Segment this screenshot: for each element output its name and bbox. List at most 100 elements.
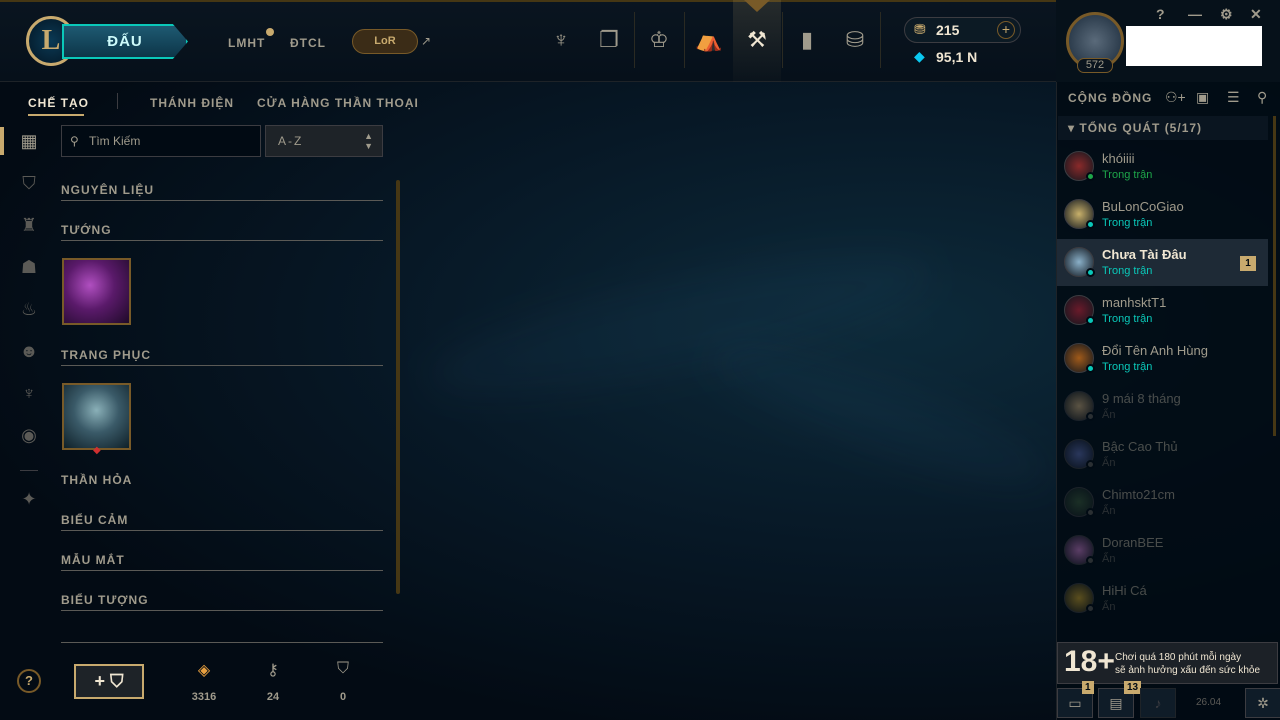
friend-row[interactable]: manhsktT1 Trong trận: [1057, 287, 1268, 334]
bug-report-icon[interactable]: ✲: [1245, 688, 1280, 718]
category-eyes[interactable]: MẪU MẮT: [61, 553, 383, 571]
chest-icon[interactable]: ⛉: [18, 172, 40, 194]
notification-dot: [266, 28, 274, 36]
chest-icon: ⛉: [336, 660, 349, 677]
trophy-icon[interactable]: ♔: [635, 22, 683, 58]
background-streak: [698, 320, 1062, 510]
divider: [61, 570, 383, 571]
sort-value: A-Z: [278, 134, 304, 148]
version-label: 26.04: [1196, 697, 1222, 708]
add-chest-button[interactable]: + ⛉: [74, 664, 144, 699]
nav-divider: [880, 12, 881, 68]
friend-row[interactable]: BuLonCoGiao Trong trận: [1057, 191, 1268, 238]
category-icons[interactable]: BIỂU TƯỢNG: [61, 593, 383, 611]
group-label: TỔNG QUÁT (5/17): [1079, 121, 1203, 135]
search-icon: ⚲: [70, 134, 79, 148]
cards-icon[interactable]: ❐: [585, 22, 633, 58]
friend-row[interactable]: Chưa Tài Đâu Trong trận 1: [1057, 239, 1268, 286]
crafting-icon[interactable]: ⚒: [733, 22, 781, 58]
profile-icon[interactable]: ◉: [18, 424, 40, 446]
category-materials[interactable]: NGUYÊN LIỆU: [61, 183, 383, 201]
friend-row[interactable]: Bậc Cao Thủ Ẩn: [1057, 431, 1268, 478]
sort-select[interactable]: A-Z ▲ ▼: [265, 125, 383, 157]
sort-arrows-icon: ▲ ▼: [364, 131, 373, 151]
friend-row[interactable]: DoranBEE Ẩn: [1057, 527, 1268, 574]
skin-shard-tile[interactable]: [62, 383, 131, 450]
scrollbar[interactable]: [396, 180, 400, 594]
divider: [61, 365, 383, 366]
orange-essence-icon: ◈: [197, 662, 211, 679]
status-dot: [1086, 556, 1095, 565]
status-dot: [1086, 172, 1095, 181]
friend-row[interactable]: khóiiii Trong trận: [1057, 143, 1268, 190]
category-champions[interactable]: TƯỚNG: [61, 223, 383, 241]
divider: [61, 240, 383, 241]
tab-lmht[interactable]: LMHT: [228, 36, 265, 50]
friend-status: Ẩn: [1102, 409, 1116, 421]
friend-status: Ẩn: [1102, 601, 1116, 613]
star-shard-icon[interactable]: ✦: [18, 488, 40, 510]
buy-rp-button[interactable]: +: [997, 21, 1015, 39]
emote-icon[interactable]: ☻: [18, 340, 40, 362]
key-value: 24: [266, 691, 280, 703]
tab-sanctum[interactable]: THÁNH ĐIỆN: [150, 96, 234, 110]
search-icon[interactable]: ⚲: [1257, 89, 1267, 106]
friend-name: Bậc Cao Thủ: [1102, 439, 1178, 454]
friend-status: Trong trận: [1102, 313, 1153, 325]
social-title: CỘNG ĐỒNG: [1068, 91, 1153, 105]
notifications-badge: 13: [1124, 681, 1142, 694]
category-wards[interactable]: THẦN HỎA: [61, 473, 383, 487]
helmet-icon[interactable]: ♜: [18, 214, 40, 236]
help-button[interactable]: ?: [17, 669, 41, 693]
friend-name: HiHi Cá: [1102, 583, 1147, 598]
status-dot: [1086, 364, 1095, 373]
blue-essence-icon: ◆: [914, 48, 925, 64]
friend-status: Trong trận: [1102, 217, 1153, 229]
close-icon[interactable]: ✕: [1250, 6, 1262, 23]
message-badge: 1: [1240, 256, 1256, 271]
friend-name: Đổi Tên Anh Hùng: [1102, 343, 1208, 358]
friend-row[interactable]: HiHi Cá Ẩn: [1057, 575, 1268, 622]
lor-button[interactable]: LoR: [352, 29, 418, 54]
flame-icon[interactable]: ♨: [18, 298, 40, 320]
friend-name: 9 mái 8 tháng: [1102, 391, 1181, 406]
grid-icon[interactable]: ▦: [18, 130, 40, 152]
search-input[interactable]: ⚲ Tìm Kiếm: [61, 125, 261, 157]
summoner-name-box: [1126, 26, 1262, 66]
ward-icon[interactable]: ♆: [18, 382, 40, 404]
tab-divider: [117, 93, 118, 109]
friend-status: Trong trận: [1102, 169, 1153, 181]
help-button[interactable]: ?: [1156, 6, 1165, 22]
category-emotes[interactable]: BIỂU CẢM: [61, 513, 383, 531]
social-scrollbar[interactable]: [1273, 116, 1276, 436]
tab-mythic-shop[interactable]: CỬA HÀNG THẦN THOẠI: [257, 96, 419, 110]
store-coins-icon[interactable]: ⛁: [831, 22, 879, 58]
friend-row[interactable]: Chimto21cm Ẩn: [1057, 479, 1268, 526]
active-chevron-icon: [744, 0, 770, 14]
tab-crafting[interactable]: CHẾ TẠO: [28, 96, 89, 110]
clash-icon[interactable]: ▮: [783, 22, 831, 58]
mask-icon[interactable]: ☗: [18, 256, 40, 278]
category-skins[interactable]: TRANG PHỤC: [61, 348, 383, 366]
add-folder-icon[interactable]: ▣: [1196, 89, 1209, 106]
friend-name: Chưa Tài Đâu: [1102, 247, 1187, 262]
list-icon[interactable]: ☰: [1227, 89, 1240, 106]
settings-gear-icon[interactable]: ⚙: [1220, 6, 1233, 23]
friend-row[interactable]: 9 mái 8 tháng Ẩn: [1057, 383, 1268, 430]
mic-icon[interactable]: ♪: [1140, 688, 1176, 718]
add-friend-icon[interactable]: ⚇+: [1165, 89, 1186, 106]
minimize-button[interactable]: —: [1188, 6, 1202, 22]
bag-icon[interactable]: ⛺: [685, 22, 733, 58]
champion-shard-tile[interactable]: [62, 258, 131, 325]
blue-essence-value: 95,1 N: [936, 49, 978, 65]
divider: [61, 200, 383, 201]
age-rating: 18+: [1064, 645, 1115, 678]
trident-icon[interactable]: ♆: [537, 22, 585, 58]
age-warning: 18+ Chơi quá 180 phút mỗi ngày sẽ ảnh hư…: [1057, 642, 1278, 684]
play-button[interactable]: ĐẤU: [62, 24, 188, 59]
rail-active-indicator: [0, 127, 4, 155]
tab-underline: [28, 114, 84, 116]
divider: [61, 642, 383, 643]
tab-dtcl[interactable]: ĐTCL: [290, 36, 326, 50]
friend-row[interactable]: Đổi Tên Anh Hùng Trong trận: [1057, 335, 1268, 382]
